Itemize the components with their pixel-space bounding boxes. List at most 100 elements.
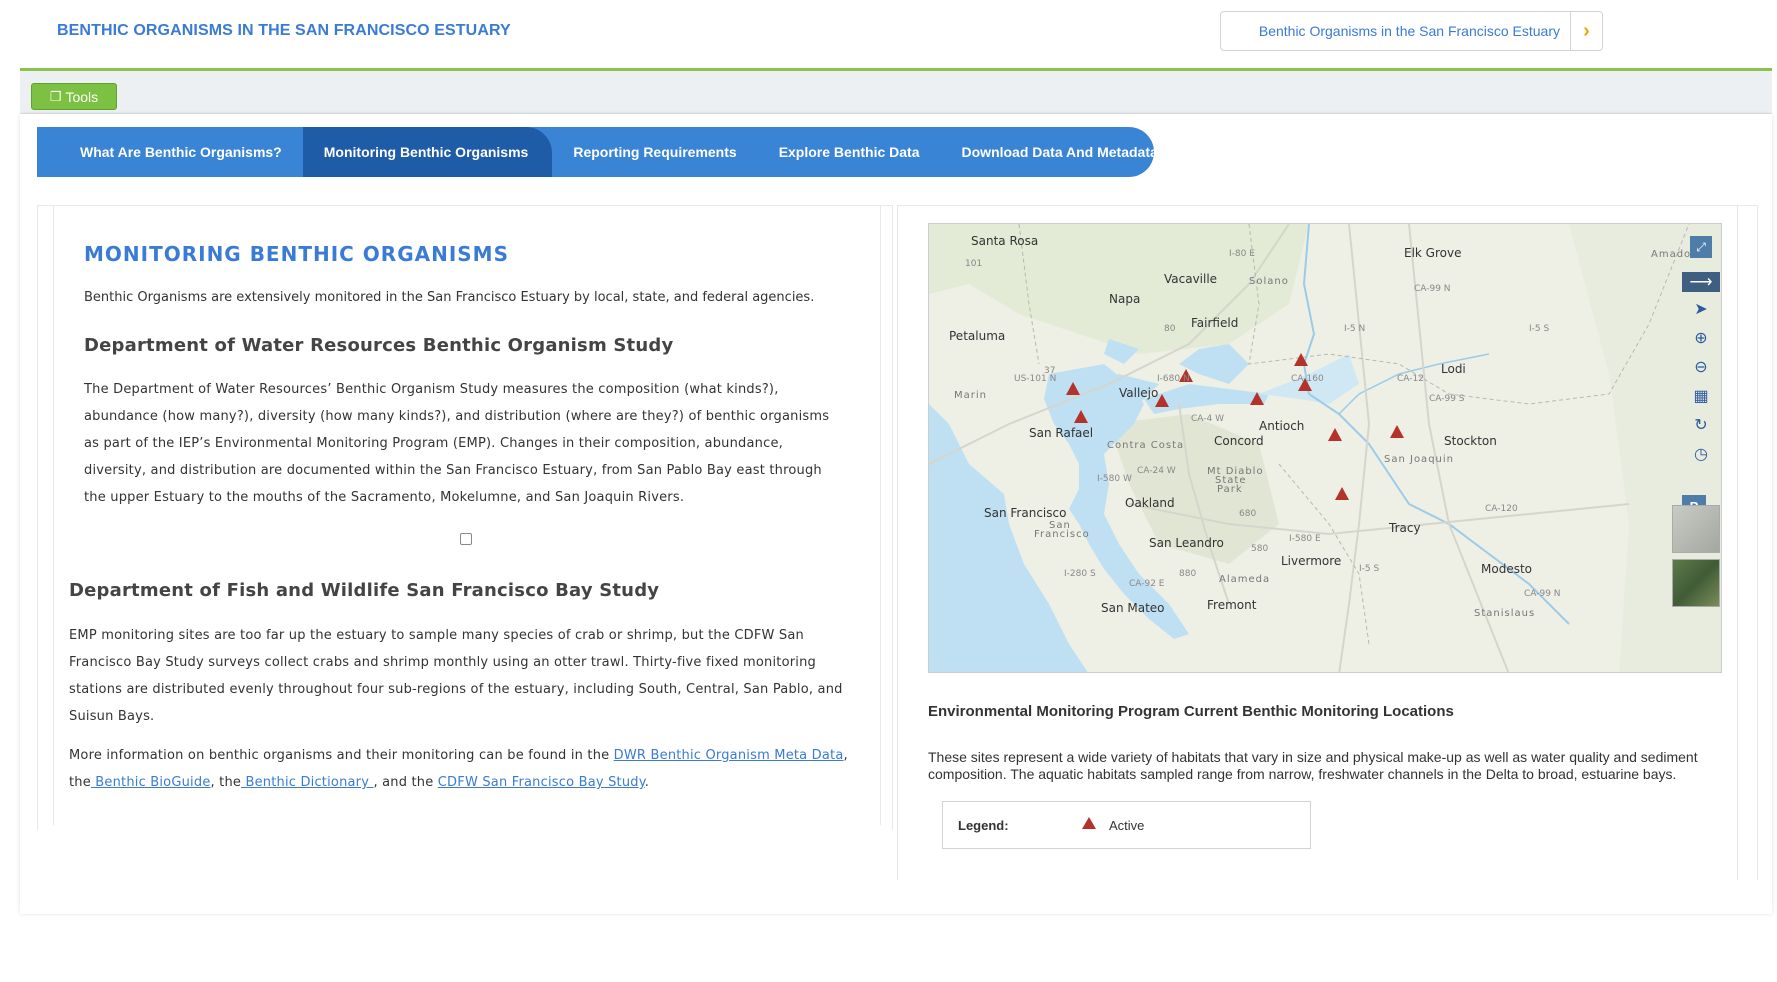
map-road-label: I-80 E	[1229, 249, 1255, 259]
map-place-label: Concord	[1214, 434, 1264, 448]
paragraph-line: EMP monitoring sites are too far up the …	[69, 628, 804, 643]
paragraph-line: the Benthic BioGuide, the Benthic Dictio…	[69, 769, 848, 796]
tools-bar	[20, 71, 1772, 114]
measure-icon[interactable]: ▦	[1682, 382, 1720, 410]
map-road-label: 580	[1251, 544, 1269, 554]
map-place-label: Antioch	[1259, 419, 1305, 433]
dwr-meta-data-link[interactable]: DWR Benthic Organism Meta Data	[614, 748, 844, 763]
map-canvas	[929, 224, 1721, 672]
map-road-label: I-280 S	[1064, 569, 1096, 579]
paragraph-line: as part of the IEP’s Environmental Monit…	[84, 436, 783, 451]
expand-icon[interactable]: ⤢	[1690, 236, 1712, 258]
paragraph-line: diversity, and distribution are document…	[84, 463, 822, 478]
map-place-label: Napa	[1109, 292, 1141, 306]
paragraph-line: Suisun Bays.	[69, 709, 155, 724]
map-road-label: CA-99 N	[1524, 589, 1561, 599]
zoom-out-icon[interactable]: ⊖	[1682, 353, 1720, 381]
tab-what-are-benthic-organisms[interactable]: What Are Benthic Organisms?	[37, 127, 303, 177]
map-road-label: CA-24 W	[1137, 466, 1176, 476]
map-place-label: Fairfield	[1191, 316, 1239, 330]
cdfw-bay-study-link[interactable]: CDFW San Francisco Bay Study	[438, 775, 645, 790]
map-place-label: San Mateo	[1101, 601, 1165, 615]
map-place-label: Fremont	[1207, 598, 1257, 612]
tab-download-data-and-metadata[interactable]: Download Data And Metadata	[941, 127, 1179, 177]
tab-explore-benthic-data[interactable]: Explore Benthic Data	[758, 127, 941, 177]
chevron-right-icon[interactable]: ›	[1570, 12, 1602, 50]
map-region-label: Marin	[954, 390, 987, 401]
map-place-label: San Leandro	[1149, 536, 1224, 550]
map-road-label: CA-99 N	[1414, 284, 1451, 294]
map-region-label: Contra Costa	[1107, 440, 1185, 451]
paragraph-line: Francisco Bay Study surveys collect crab…	[69, 655, 816, 670]
map-place-label: San Rafael	[1029, 426, 1094, 440]
map-road-label: 101	[965, 259, 983, 269]
tab-bar: What Are Benthic Organisms? Monitoring B…	[37, 127, 1158, 177]
map-place-label: Stockton	[1444, 434, 1497, 448]
monitoring-map[interactable]: Santa Rosa Vacaville Napa Fairfield Elk Grov…	[928, 223, 1722, 673]
section-title: MONITORING BENTHIC ORGANISMS	[84, 242, 509, 266]
copy-icon: ❐	[49, 88, 62, 104]
map-place-label: Elk Grove	[1404, 246, 1462, 260]
map-place-label: San Francisco	[984, 506, 1067, 520]
connector-text: the	[69, 775, 91, 790]
map-place-label: Vacaville	[1164, 272, 1218, 286]
map-legend: Legend: Active	[942, 801, 1311, 849]
map-place-label: Lodi	[1441, 362, 1466, 376]
benthic-dictionary-link[interactable]: Benthic Dictionary	[241, 775, 373, 790]
active-site-marker	[1082, 817, 1096, 829]
paragraph-line: The Department of Water Resources’ Benth…	[84, 382, 779, 397]
left-panel-rule	[53, 205, 54, 825]
map-road-label: 680	[1239, 509, 1257, 519]
map-place-label: Livermore	[1281, 554, 1342, 568]
arrow-right-icon[interactable]: ⟶	[1682, 272, 1720, 292]
map-region-label: Francisco	[1034, 529, 1090, 540]
map-road-label: CA-12	[1397, 374, 1424, 384]
paragraph-line: More information on benthic organisms an…	[69, 742, 848, 769]
cdfw-paragraph: EMP monitoring sites are too far up the …	[69, 622, 843, 730]
dwr-heading: Department of Water Resources Benthic Or…	[84, 335, 674, 356]
map-place-label: Modesto	[1481, 562, 1532, 576]
map-road-label: I-5 S	[1529, 324, 1550, 334]
tools-label: Tools	[65, 88, 99, 105]
more-info-text: More information on benthic organisms an…	[69, 748, 614, 763]
map-place-label: Vallejo	[1119, 386, 1159, 400]
tools-button[interactable]: ❐ Tools	[31, 83, 117, 110]
zoom-in-icon[interactable]: ⊕	[1682, 324, 1720, 352]
map-road-label: I-580 W	[1097, 474, 1132, 484]
map-road-label: CA-160	[1291, 374, 1324, 384]
legend-label: Legend:	[958, 818, 1009, 833]
intro-text: Benthic Organisms are extensively monito…	[84, 290, 815, 305]
map-region-label: Stanislaus	[1474, 608, 1536, 619]
paragraph-line: the upper Estuary to the mouths of the S…	[84, 490, 685, 505]
tab-reporting-requirements[interactable]: Reporting Requirements	[552, 127, 757, 177]
map-road-label: I-5 S	[1359, 564, 1380, 574]
map-road-label: 880	[1179, 569, 1197, 579]
tab-monitoring-benthic-organisms[interactable]: Monitoring Benthic Organisms	[302, 127, 553, 177]
site-title: BENTHIC ORGANISMS IN THE SAN FRANCISCO E…	[57, 22, 511, 39]
clock-icon[interactable]: ◷	[1682, 440, 1720, 468]
map-road-label: CA-92 E	[1129, 579, 1165, 589]
map-road-label: CA-120	[1485, 504, 1518, 514]
more-info-paragraph: More information on benthic organisms an…	[69, 742, 848, 796]
basemap-thumbnail-satellite[interactable]	[1672, 559, 1720, 607]
map-road-label: CA-4 W	[1191, 414, 1224, 424]
map-road-label: 80	[1164, 324, 1176, 334]
map-place-label: Tracy	[1389, 521, 1421, 535]
connector-text: , and the	[373, 775, 438, 790]
benthic-bioguide-link[interactable]: Benthic BioGuide	[91, 775, 211, 790]
map-place-label: Santa Rosa	[971, 234, 1039, 248]
site-nav-label: Benthic Organisms in the San Francisco E…	[1258, 23, 1560, 39]
basemap-thumbnail-topo[interactable]	[1672, 505, 1720, 553]
cursor-icon[interactable]: ➤	[1682, 295, 1720, 323]
image-placeholder-checkbox[interactable]	[460, 533, 472, 545]
left-panel-rule	[880, 205, 881, 825]
legend-item-active: Active	[1109, 818, 1145, 833]
map-region-label: Solano	[1249, 276, 1289, 287]
map-caption-title: Environmental Monitoring Program Current…	[928, 703, 1454, 720]
map-region-label: San Joaquin	[1384, 454, 1454, 465]
site-nav-dropdown[interactable]: Benthic Organisms in the San Francisco E…	[1220, 11, 1603, 51]
active-site-icon	[1082, 817, 1096, 829]
refresh-icon[interactable]: ↻	[1682, 411, 1720, 439]
right-panel-rule	[1737, 205, 1738, 880]
punctuation: .	[644, 775, 650, 790]
